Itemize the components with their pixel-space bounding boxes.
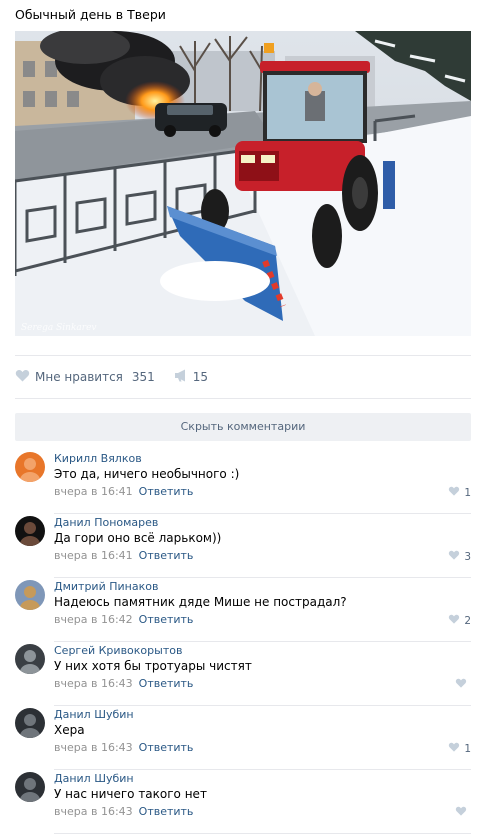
comment-like-button[interactable] (455, 678, 471, 691)
comment-time[interactable]: вчера в 16:41 (54, 485, 133, 498)
heart-icon (448, 614, 460, 627)
commenter-avatar[interactable] (15, 708, 45, 738)
post-actions: Мне нравится 351 15 (15, 369, 208, 385)
commenter-avatar[interactable] (15, 580, 45, 610)
reply-link[interactable]: Ответить (139, 805, 194, 818)
comment-author[interactable]: Дмитрий Пинаков (54, 580, 158, 593)
megaphone-icon (174, 369, 188, 385)
comment-author[interactable]: Кирилл Вялков (54, 452, 142, 465)
reply-link[interactable]: Ответить (139, 549, 194, 562)
comment-time[interactable]: вчера в 16:43 (54, 677, 133, 690)
comment-item: Кирилл Вялков Это да, ничего необычного :… (15, 450, 471, 514)
like-button[interactable]: Мне нравится 351 (15, 369, 155, 385)
comment-meta: вчера в 16:43 Ответить (54, 741, 193, 754)
post-photo[interactable]: Serega Sinkarev (15, 31, 471, 336)
comment-time[interactable]: вчера в 16:43 (54, 805, 133, 818)
commenter-avatar[interactable] (15, 644, 45, 674)
comment-author[interactable]: Данил Шубин (54, 708, 134, 721)
comment-meta: вчера в 16:41 Ответить (54, 549, 193, 562)
comment-like-button[interactable]: 2 (448, 614, 471, 627)
comment-author[interactable]: Сергей Кривокорытов (54, 644, 182, 657)
comment-like-button[interactable]: 3 (448, 550, 471, 563)
photo-watermark: Serega Sinkarev (21, 323, 96, 333)
reply-link[interactable]: Ответить (139, 613, 194, 626)
share-button[interactable]: 15 (174, 369, 208, 385)
comment-like-count: 2 (464, 614, 471, 627)
comment-item: Дмитрий Пинаков Надеюсь памятник дяде Миш… (15, 578, 471, 642)
comment-author[interactable]: Данил Пономарев (54, 516, 158, 529)
share-count: 15 (192, 370, 209, 384)
commenter-avatar[interactable] (15, 516, 45, 546)
comment-time[interactable]: вчера в 16:41 (54, 549, 133, 562)
comment-text: Надеюсь памятник дяде Мише не пострадал? (54, 595, 347, 609)
comment-like-count: 1 (464, 486, 471, 499)
snowplow-tractor-photo: Serega Sinkarev (15, 31, 471, 336)
commenter-avatar[interactable] (15, 452, 45, 482)
comment-text: У них хотя бы тротуары чистят (54, 659, 252, 673)
comment-like-button[interactable] (455, 806, 471, 819)
like-count: 351 (131, 370, 155, 384)
comment-like-button[interactable]: 1 (448, 742, 471, 755)
comment-text: Да гори оно всё ларьком)) (54, 531, 222, 545)
comment-time[interactable]: вчера в 16:42 (54, 613, 133, 626)
heart-icon (15, 369, 30, 385)
comment-item: Данил Шубин У нас ничего такого нет вчера … (15, 770, 471, 834)
post-title: Обычный день в Твери (15, 7, 166, 22)
comment-like-button[interactable]: 1 (448, 486, 471, 499)
heart-icon (448, 486, 460, 499)
comment-meta: вчера в 16:43 Ответить (54, 677, 193, 690)
heart-icon (455, 678, 467, 691)
comment-like-count: 1 (464, 742, 471, 755)
comment-item: Сергей Кривокорытов У них хотя бы тротуар… (15, 642, 471, 706)
comment-time[interactable]: вчера в 16:43 (54, 741, 133, 754)
heart-icon (448, 742, 460, 755)
like-label: Мне нравится (35, 370, 123, 384)
reply-link[interactable]: Ответить (139, 677, 194, 690)
reply-link[interactable]: Ответить (139, 741, 194, 754)
comment-meta: вчера в 16:42 Ответить (54, 613, 193, 626)
comment-author[interactable]: Данил Шубин (54, 772, 134, 785)
actions-divider (15, 398, 471, 399)
commenter-avatar[interactable] (15, 772, 45, 802)
reply-link[interactable]: Ответить (139, 485, 194, 498)
comment-like-count: 3 (464, 550, 471, 563)
hide-comments-button[interactable]: Скрыть комментарии (15, 413, 471, 441)
comment-item: Данил Пономарев Да гори оно всё ларьком))… (15, 514, 471, 578)
comment-text: Хера (54, 723, 85, 737)
comment-text: Это да, ничего необычного :) (54, 467, 240, 481)
heart-icon (455, 806, 467, 819)
comment-meta: вчера в 16:41 Ответить (54, 485, 193, 498)
heart-icon (448, 550, 460, 563)
comment-item: Данил Шубин Хера вчера в 16:43 Ответить 1 (15, 706, 471, 770)
comment-meta: вчера в 16:43 Ответить (54, 805, 193, 818)
post-divider (15, 355, 471, 356)
comment-text: У нас ничего такого нет (54, 787, 207, 801)
